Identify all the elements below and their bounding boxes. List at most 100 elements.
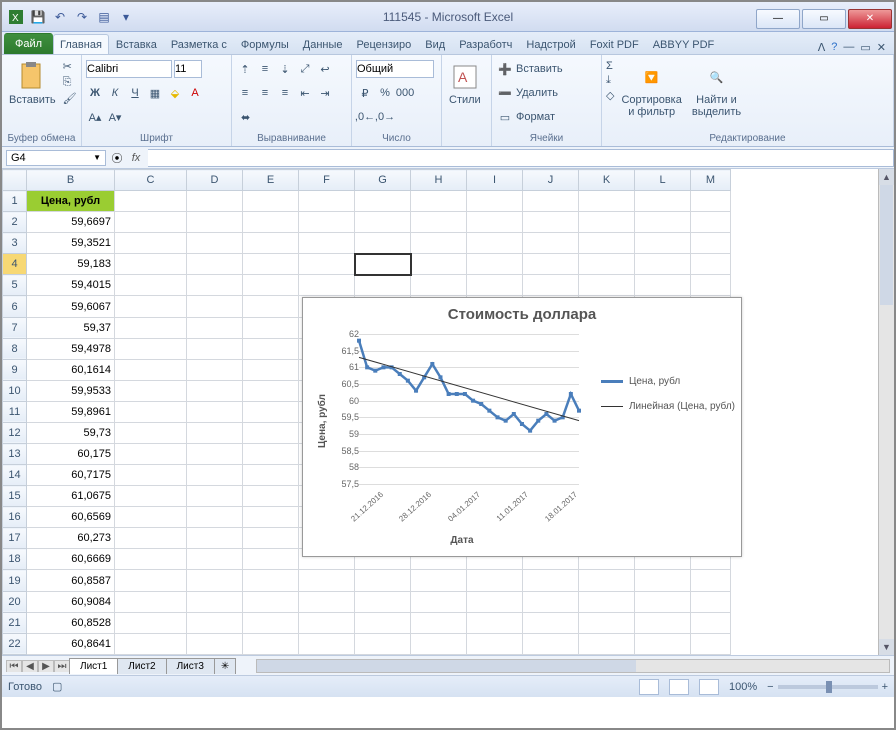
col-header-J[interactable]: J — [523, 170, 579, 191]
tab-insert[interactable]: Вставка — [109, 34, 164, 54]
cell-E7[interactable] — [243, 317, 299, 338]
cell-C21[interactable] — [115, 612, 187, 633]
row-header-15[interactable]: 15 — [3, 486, 27, 507]
tab-view[interactable]: Вид — [418, 34, 452, 54]
cell-C3[interactable] — [115, 233, 187, 254]
cell-C14[interactable] — [115, 465, 187, 486]
row-header-9[interactable]: 9 — [3, 359, 27, 380]
col-header-H[interactable]: H — [411, 170, 467, 191]
paste-button[interactable]: Вставить — [6, 60, 59, 108]
cell-C12[interactable] — [115, 422, 187, 443]
cell-I1[interactable] — [467, 191, 523, 212]
cell-B10[interactable]: 59,9533 — [27, 380, 115, 401]
align-right-icon[interactable]: ≡ — [276, 84, 294, 102]
maximize-button[interactable]: ▭ — [802, 9, 846, 29]
cell-I19[interactable] — [467, 570, 523, 591]
cell-L5[interactable] — [635, 275, 691, 296]
cell-B5[interactable]: 59,4015 — [27, 275, 115, 296]
cell-I4[interactable] — [467, 254, 523, 275]
cell-G22[interactable] — [355, 633, 411, 654]
tab-formulas[interactable]: Формулы — [234, 34, 296, 54]
row-header-4[interactable]: 4 — [3, 254, 27, 275]
col-header-M[interactable]: M — [691, 170, 731, 191]
cell-G1[interactable] — [355, 191, 411, 212]
select-all-cell[interactable] — [3, 170, 27, 191]
sheet-tab-2[interactable]: Лист2 — [117, 658, 166, 674]
cell-I20[interactable] — [467, 591, 523, 612]
cell-E17[interactable] — [243, 528, 299, 549]
find-select-button[interactable]: 🔍Найти и выделить — [689, 60, 744, 120]
cell-C15[interactable] — [115, 486, 187, 507]
cell-B21[interactable]: 60,8528 — [27, 612, 115, 633]
cell-E13[interactable] — [243, 444, 299, 465]
tab-layout[interactable]: Разметка с — [164, 34, 234, 54]
close-button[interactable]: ✕ — [848, 9, 892, 29]
col-header-B[interactable]: B — [27, 170, 115, 191]
cell-M22[interactable] — [691, 633, 731, 654]
sheet-first-icon[interactable]: ⏮ — [6, 660, 22, 672]
scroll-thumb[interactable] — [880, 185, 893, 305]
cell-B15[interactable]: 61,0675 — [27, 486, 115, 507]
cell-E5[interactable] — [243, 275, 299, 296]
cell-B20[interactable]: 60,9084 — [27, 591, 115, 612]
autosum-icon[interactable]: Σ — [606, 60, 614, 72]
new-sheet-icon[interactable]: ✳ — [214, 658, 236, 674]
cell-B16[interactable]: 60,6569 — [27, 507, 115, 528]
cell-I21[interactable] — [467, 612, 523, 633]
tab-data[interactable]: Данные — [296, 34, 350, 54]
align-bot-icon[interactable]: ⇣ — [276, 60, 294, 78]
border-icon[interactable]: ▦ — [146, 84, 164, 102]
col-header-G[interactable]: G — [355, 170, 411, 191]
zoom-slider[interactable] — [778, 685, 878, 689]
row-header-11[interactable]: 11 — [3, 401, 27, 422]
chevron-down-icon[interactable]: ▼ — [93, 153, 101, 162]
cell-C20[interactable] — [115, 591, 187, 612]
cell-B9[interactable]: 60,1614 — [27, 359, 115, 380]
cell-B19[interactable]: 60,8587 — [27, 570, 115, 591]
cell-C19[interactable] — [115, 570, 187, 591]
name-box[interactable]: G4▼ — [6, 150, 106, 166]
cell-D3[interactable] — [187, 233, 243, 254]
tab-file[interactable]: Файл — [4, 33, 53, 54]
format-painter-icon[interactable]: 🖌 — [63, 92, 77, 105]
row-header-2[interactable]: 2 — [3, 212, 27, 233]
cell-H1[interactable] — [411, 191, 467, 212]
cell-E21[interactable] — [243, 612, 299, 633]
row-header-5[interactable]: 5 — [3, 275, 27, 296]
cell-D17[interactable] — [187, 528, 243, 549]
cell-C22[interactable] — [115, 633, 187, 654]
cell-K5[interactable] — [579, 275, 635, 296]
row-header-22[interactable]: 22 — [3, 633, 27, 654]
row-header-19[interactable]: 19 — [3, 570, 27, 591]
indent-inc-icon[interactable]: ⇥ — [316, 84, 334, 102]
cell-M19[interactable] — [691, 570, 731, 591]
cells-insert-icon[interactable]: ➕ — [496, 60, 514, 78]
cells-format-icon[interactable]: ▭ — [496, 108, 514, 126]
cell-B22[interactable]: 60,8641 — [27, 633, 115, 654]
cell-D20[interactable] — [187, 591, 243, 612]
dec-decimal-icon[interactable]: ,0→ — [376, 108, 394, 126]
tab-addins[interactable]: Надстрой — [519, 34, 582, 54]
sheet-tab-1[interactable]: Лист1 — [69, 658, 118, 674]
cell-B8[interactable]: 59,4978 — [27, 338, 115, 359]
orientation-icon[interactable]: ⤢ — [296, 60, 314, 78]
cell-J5[interactable] — [523, 275, 579, 296]
cell-H2[interactable] — [411, 212, 467, 233]
row-header-13[interactable]: 13 — [3, 444, 27, 465]
align-center-icon[interactable]: ≡ — [256, 84, 274, 102]
cell-B2[interactable]: 59,6697 — [27, 212, 115, 233]
cell-C10[interactable] — [115, 380, 187, 401]
cell-F4[interactable] — [299, 254, 355, 275]
cell-C16[interactable] — [115, 507, 187, 528]
cell-D7[interactable] — [187, 317, 243, 338]
merge-icon[interactable]: ⬌ — [236, 108, 255, 126]
shrink-font-icon[interactable]: A▾ — [106, 108, 124, 126]
doc-close-icon[interactable]: ✕ — [877, 41, 886, 54]
cell-B18[interactable]: 60,6669 — [27, 549, 115, 570]
font-color-icon[interactable]: A — [186, 84, 204, 102]
cell-I5[interactable] — [467, 275, 523, 296]
comma-icon[interactable]: 000 — [396, 84, 414, 102]
cell-H3[interactable] — [411, 233, 467, 254]
col-header-D[interactable]: D — [187, 170, 243, 191]
sheet-prev-icon[interactable]: ◀ — [22, 660, 38, 672]
